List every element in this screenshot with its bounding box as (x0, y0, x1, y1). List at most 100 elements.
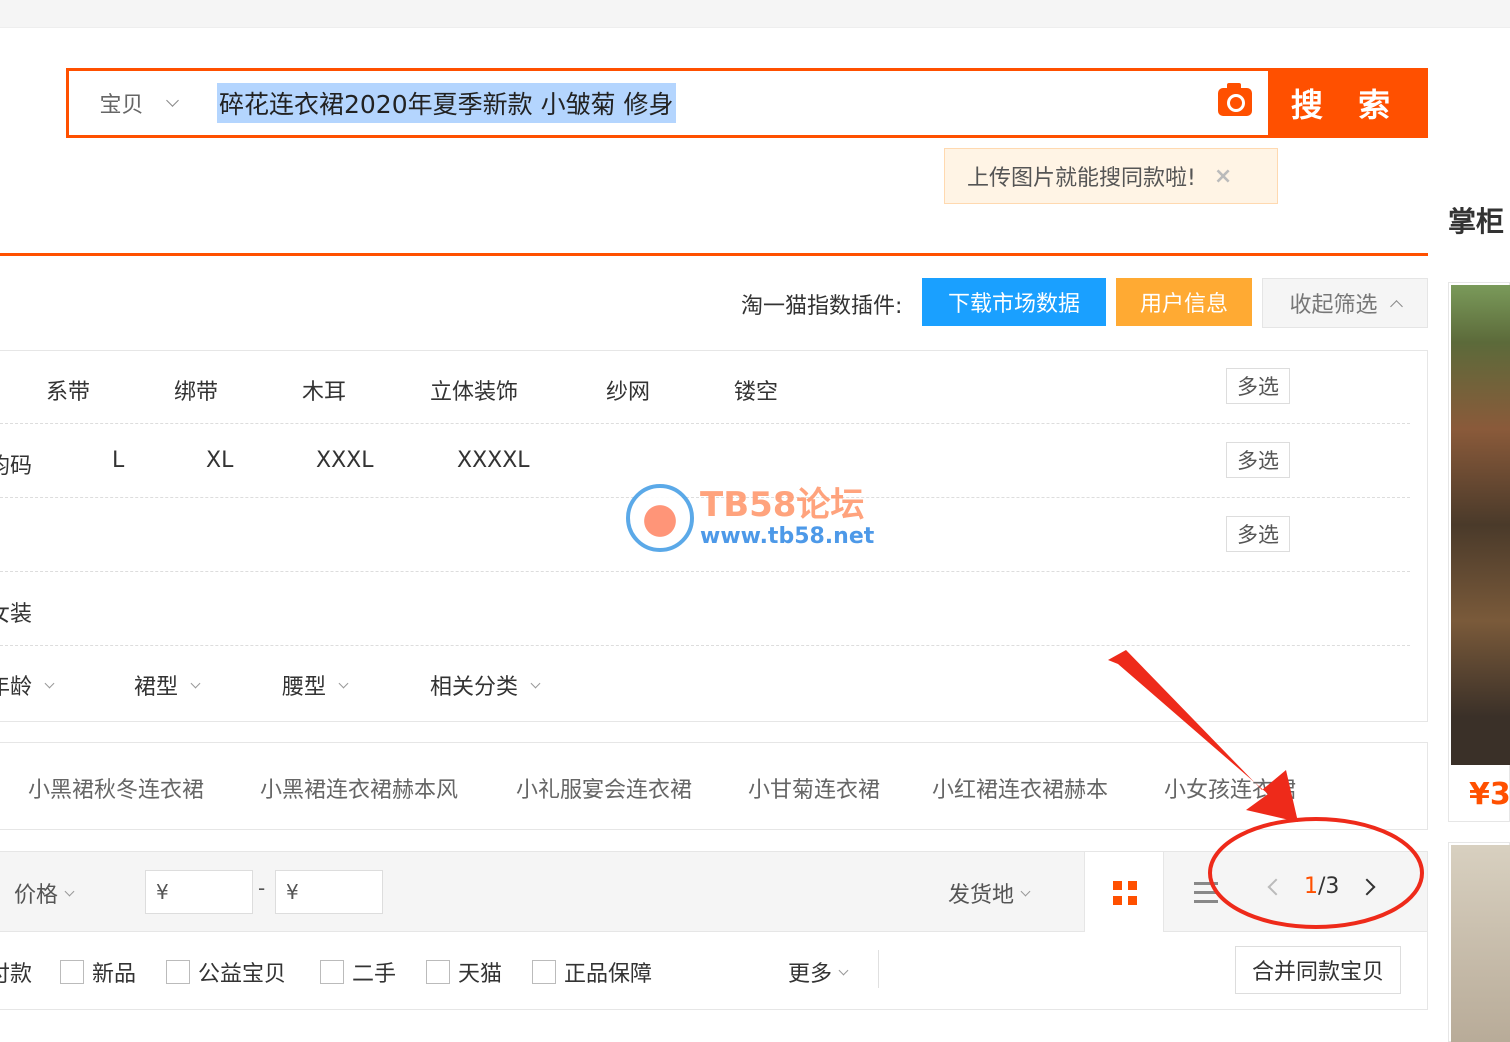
multi-select-button[interactable]: 多选 (1226, 442, 1290, 478)
filter-option[interactable]: 均码 (0, 448, 32, 480)
list-view-button[interactable] (1164, 852, 1246, 932)
watermark-url: www.tb58.net (700, 524, 875, 549)
grid-view-button[interactable] (1084, 852, 1164, 932)
filter-checkbox-row: 付款 新品 公益宝贝 二手 天猫 正品保障 更多 合并同款宝贝 (0, 932, 1428, 1010)
search-query-text: 碎花连衣裙2020年夏季新款 小皱菊 修身 (217, 83, 676, 123)
checkbox-box[interactable] (426, 960, 450, 984)
price-sort[interactable]: 价格 (14, 877, 75, 909)
filter-dropdown-age[interactable]: 年龄 (0, 669, 55, 701)
search-scope-select[interactable]: 宝贝 (69, 71, 207, 135)
checkbox-secondhand[interactable]: 二手 (320, 956, 396, 988)
related-search-link[interactable]: 小甘菊连衣裙 (748, 772, 880, 804)
filter-option[interactable]: XXXL (316, 448, 373, 473)
close-icon[interactable]: × (1214, 164, 1232, 189)
currency-symbol: ¥ (286, 880, 299, 904)
filter-option[interactable]: L (112, 448, 124, 473)
filter-option[interactable]: 镂空 (734, 374, 778, 406)
filter-dropdown-label: 年龄 (0, 675, 33, 700)
divider (878, 950, 879, 988)
page-indicator: 1/3 (1304, 874, 1339, 899)
filter-option[interactable]: 木耳 (302, 374, 346, 406)
chevron-down-icon (64, 886, 75, 896)
checkbox-label: 付款 (0, 962, 33, 987)
currency-symbol: ¥ (156, 880, 169, 904)
checkbox-box[interactable] (532, 960, 556, 984)
filter-dropdown-label: 腰型 (282, 675, 327, 700)
price-min-input[interactable]: ¥ (145, 870, 253, 914)
search-input[interactable]: 碎花连衣裙2020年夏季新款 小皱菊 修身 (207, 71, 1268, 135)
related-search-link[interactable]: 小女孩连衣裙 (1164, 772, 1296, 804)
filter-option[interactable]: XXXXL (457, 448, 530, 473)
checkbox-label: 公益宝贝 (198, 962, 287, 987)
more-label: 更多 (788, 962, 833, 987)
filter-row-decoration: 系带 绑带 木耳 立体装饰 纱网 镂空 多选 (0, 351, 1410, 424)
user-info-button[interactable]: 用户信息 (1116, 278, 1252, 326)
side-product-card[interactable] (1448, 842, 1510, 1042)
divider (0, 253, 1428, 256)
checkbox-tmall[interactable]: 天猫 (426, 956, 502, 988)
camera-icon[interactable] (1218, 83, 1252, 116)
checkbox-genuine[interactable]: 正品保障 (532, 956, 652, 988)
filter-dropdown-skirt-type[interactable]: 裙型 (134, 669, 201, 701)
search-button[interactable]: 搜 索 (1268, 71, 1425, 135)
filter-option[interactable]: 女装 (0, 596, 32, 628)
checkbox-label: 二手 (352, 962, 397, 987)
filter-row-dropdowns: 年龄 裙型 腰型 相关分类 (0, 647, 1410, 720)
next-page-icon[interactable] (1358, 878, 1376, 895)
download-market-data-button[interactable]: 下载市场数据 (922, 278, 1106, 326)
sidebar-title: 掌柜 (1448, 205, 1505, 238)
total-pages: /3 (1318, 874, 1340, 899)
related-searches: 小黑裙秋冬连衣裙 小黑裙连衣裙赫本风 小礼服宴会连衣裙 小甘菊连衣裙 小红裙连衣… (0, 742, 1428, 830)
checkbox-charity[interactable]: 公益宝贝 (166, 956, 286, 988)
filter-option[interactable]: XL (206, 448, 233, 473)
chevron-down-icon (165, 94, 179, 107)
product-price: ¥3 (1469, 777, 1510, 812)
checkbox-label: 天猫 (458, 962, 503, 987)
more-filters-dropdown[interactable]: 更多 (788, 956, 849, 988)
multi-select-button[interactable]: 多选 (1226, 516, 1290, 552)
filter-dropdown-waist[interactable]: 腰型 (282, 669, 349, 701)
related-search-link[interactable]: 小黑裙秋冬连衣裙 (28, 772, 204, 804)
checkbox-new[interactable]: 新品 (60, 956, 136, 988)
filter-option[interactable]: 立体装饰 (430, 374, 518, 406)
side-product-card[interactable]: ¥3 (1448, 282, 1510, 822)
filter-dropdown-related-category[interactable]: 相关分类 (430, 669, 541, 701)
checkbox-partial-label: 付款 (0, 956, 32, 988)
chevron-down-icon (44, 678, 55, 688)
related-search-link[interactable]: 小黑裙连衣裙赫本风 (260, 772, 458, 804)
grid-icon (1113, 881, 1137, 905)
prev-page-icon[interactable] (1267, 878, 1285, 895)
chevron-down-icon (1020, 886, 1031, 896)
chevron-up-icon (1389, 299, 1403, 313)
filter-option[interactable]: 绑带 (174, 374, 218, 406)
top-nav-bar (0, 0, 1510, 28)
collapse-filters-button[interactable]: 收起筛选 (1262, 278, 1428, 328)
filter-option[interactable]: 系带 (46, 374, 90, 406)
mini-pager: 1/3 (1267, 874, 1376, 899)
chevron-down-icon (338, 678, 349, 688)
related-search-link[interactable]: 小礼服宴会连衣裙 (516, 772, 692, 804)
filter-dropdown-label: 裙型 (134, 675, 179, 700)
price-max-input[interactable]: ¥ (275, 870, 383, 914)
plugin-label: 淘一猫指数插件: (741, 294, 903, 319)
watermark-title: TB58论坛 (700, 485, 865, 525)
checkbox-label: 正品保障 (564, 962, 653, 987)
merge-same-items-button[interactable]: 合并同款宝贝 (1235, 946, 1401, 994)
filter-option[interactable]: 纱网 (606, 374, 650, 406)
checkbox-box[interactable] (320, 960, 344, 984)
list-icon (1194, 880, 1218, 904)
checkbox-box[interactable] (60, 960, 84, 984)
watermark-text: TB58论坛 www.tb58.net (700, 486, 874, 550)
search-box: 宝贝 碎花连衣裙2020年夏季新款 小皱菊 修身 搜 索 (66, 68, 1428, 138)
checkbox-label: 新品 (92, 962, 137, 987)
product-image (1451, 285, 1510, 765)
chevron-down-icon (190, 678, 201, 688)
multi-select-button[interactable]: 多选 (1226, 368, 1290, 404)
current-page: 1 (1304, 874, 1318, 899)
checkbox-box[interactable] (166, 960, 190, 984)
sort-bar: 价格 ¥ - ¥ 发货地 1/3 (0, 851, 1428, 932)
filter-dropdown-label: 相关分类 (430, 675, 519, 700)
ship-from-dropdown[interactable]: 发货地 (948, 877, 1031, 909)
related-search-link[interactable]: 小红裙连衣裙赫本 (932, 772, 1108, 804)
price-sort-label: 价格 (14, 883, 59, 908)
